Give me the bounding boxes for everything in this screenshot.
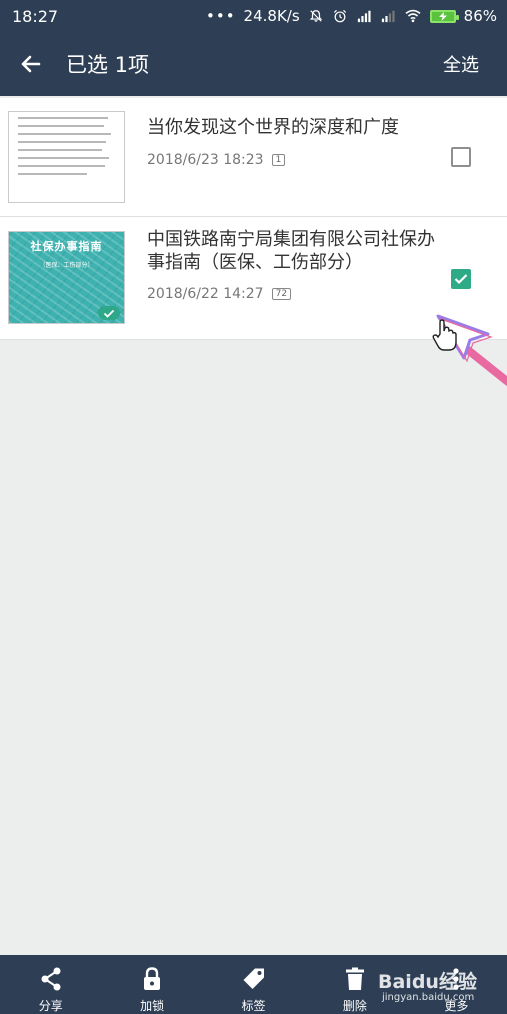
watermark-url: jingyan.baidu.com [382,992,475,1003]
tag-icon [243,968,264,989]
selection-count-title: 已选 1项 [66,53,150,77]
document-title: 中国铁路南宁局集团有限公司社保办事指南（医保、工伤部分） [147,229,435,273]
signal-weak-icon [381,10,395,23]
lock-button[interactable]: 加锁 [101,955,202,1014]
checkmark-icon [454,274,468,285]
status-time: 18:27 [12,6,59,26]
battery-percent: 86% [463,7,497,25]
baidu-watermark: Baidu经验 jingyan.baidu.com [378,967,477,1003]
wifi-icon [405,9,421,23]
delete-label: 删除 [342,999,367,1013]
signal-icon [357,10,371,23]
select-all-button[interactable]: 全选 [443,51,479,77]
document-meta: 2018/6/22 14:27 72 [147,286,292,302]
cover-subtitle: （医保、工伤部分） [39,262,94,269]
page-count-badge: 72 [271,288,292,300]
back-button[interactable] [2,32,60,96]
share-icon [41,967,61,991]
lock-icon [144,967,161,990]
document-date: 2018/6/22 14:27 [147,286,264,302]
empty-area [0,340,507,955]
page-count-badge: 1 [271,154,286,166]
trash-icon [345,967,364,990]
app-bar: 已选 1项 全选 [0,32,507,96]
alarm-icon [333,9,346,23]
share-label: 分享 [38,999,63,1013]
watermark-brand: Baidu经验 [378,971,477,993]
document-date: 2018/6/23 18:23 [147,152,264,168]
tag-label: 标签 [241,999,266,1013]
back-arrow-icon [21,55,41,73]
list-item[interactable]: 当你发现这个世界的深度和广度 2018/6/23 18:23 1 [0,98,507,217]
document-title: 当你发现这个世界的深度和广度 [147,117,399,138]
document-list: 当你发现这个世界的深度和广度 2018/6/23 18:23 1 社保办事指南 … [0,98,507,340]
select-checkbox-checked[interactable] [451,269,471,289]
network-speed: 24.8K/s [243,7,300,25]
notification-dots: ••• [206,7,236,25]
document-cover-thumbnail: 社保办事指南 （医保、工伤部分） [8,231,125,324]
document-thumbnail [8,111,125,203]
share-button[interactable]: 分享 [0,955,101,1014]
document-meta: 2018/6/23 18:23 1 [147,152,286,168]
mute-bell-icon [309,10,322,22]
cover-title: 社保办事指南 [30,240,103,253]
cloud-synced-icon [98,306,120,320]
battery-icon [429,9,459,23]
select-checkbox[interactable] [451,147,471,167]
status-bar: 18:27 ••• 24.8K/s 86% [0,0,507,32]
pointer-hand-icon [432,314,507,386]
tag-button[interactable]: 标签 [203,955,304,1014]
status-right: ••• 24.8K/s 86% [206,7,497,25]
lock-label: 加锁 [140,999,165,1013]
